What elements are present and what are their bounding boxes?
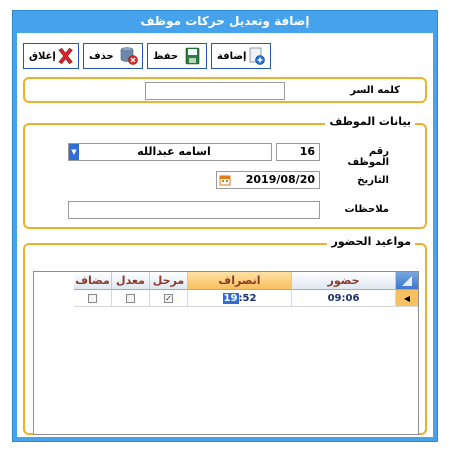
close-x-icon (58, 47, 73, 65)
delete-button[interactable]: حذف (83, 43, 143, 69)
cell-added[interactable] (74, 290, 112, 307)
attendance-legend: مواعيد الحضور (327, 235, 415, 248)
select-all-corner-icon (402, 276, 412, 286)
save-button-label: حفظ (153, 50, 179, 62)
toolbar: إغلاق حذف حفظ إضافة (23, 43, 423, 69)
modified-checkbox[interactable] (126, 293, 135, 303)
window-title: إضافة وتعديل حركات موظف (140, 14, 310, 28)
chevron-down-icon[interactable]: ▼ (69, 144, 79, 160)
notes-label: ملاحظات (344, 204, 389, 215)
close-button-label: إغلاق (29, 50, 56, 62)
save-button[interactable]: حفظ (147, 43, 207, 69)
employee-data-legend: بيانات الموظف (325, 115, 415, 128)
window-frame: إضافة وتعديل حركات موظف إغلاق حذف حفظ إض… (12, 10, 438, 442)
cell-checkout-hour-selected: 19 (222, 293, 239, 304)
employee-number-label: رقم الموظف (347, 146, 389, 168)
column-header-posted[interactable]: مرحل (150, 272, 188, 290)
date-picker[interactable]: 2019/08/20 (216, 171, 320, 189)
row-selector[interactable]: ◀ (396, 290, 418, 307)
save-floppy-icon (185, 47, 200, 65)
cell-checkin[interactable]: 09:06 (292, 290, 396, 307)
attendance-group: مواعيد الحضور حضور انصراف مرحل معدل مضاف (23, 235, 427, 435)
password-group: كلمه السر (23, 77, 427, 103)
app-window: إضافة وتعديل حركات موظف إغلاق حذف حفظ إض… (0, 0, 450, 450)
notes-input[interactable] (68, 201, 320, 219)
posted-checkbox[interactable]: ✓ (164, 293, 173, 303)
cell-checkout-minutes: :52 (238, 293, 257, 304)
cell-checkout[interactable]: 19:52 (188, 290, 292, 307)
add-button[interactable]: إضافة (211, 43, 271, 69)
employee-number-input[interactable]: 16 (276, 143, 320, 161)
add-document-icon (249, 47, 265, 65)
current-row-arrow-icon: ◀ (403, 294, 411, 303)
column-header-checkin[interactable]: حضور (292, 272, 396, 290)
added-checkbox[interactable] (88, 293, 97, 303)
close-button[interactable]: إغلاق (23, 43, 79, 69)
password-input[interactable] (145, 82, 285, 100)
delete-button-label: حذف (89, 50, 114, 62)
column-header-added[interactable]: مضاف (74, 272, 112, 290)
delete-database-icon (120, 47, 138, 65)
date-value: 2019/08/20 (245, 173, 315, 186)
cell-modified[interactable] (112, 290, 150, 307)
password-label: كلمه السر (350, 85, 400, 96)
window-client: إغلاق حذف حفظ إضافة كلمه السر بيانات الم… (17, 33, 433, 437)
cell-posted[interactable]: ✓ (150, 290, 188, 307)
column-header-checkout[interactable]: انصراف (188, 272, 292, 290)
add-button-label: إضافة (217, 50, 247, 62)
calendar-icon[interactable] (219, 174, 231, 186)
column-header-modified[interactable]: معدل (112, 272, 150, 290)
date-label: التاريخ (357, 175, 389, 186)
employee-name-combo[interactable]: ▼ اسامه عبدالله (68, 143, 272, 161)
attendance-grid[interactable]: حضور انصراف مرحل معدل مضاف ◀ 09:06 19:52… (33, 271, 419, 435)
row-selector-header[interactable] (396, 272, 418, 290)
employee-name-value: اسامه عبدالله (137, 145, 211, 158)
employee-data-group: بيانات الموظف ▼ اسامه عبدالله 16 رقم الم… (23, 115, 427, 229)
